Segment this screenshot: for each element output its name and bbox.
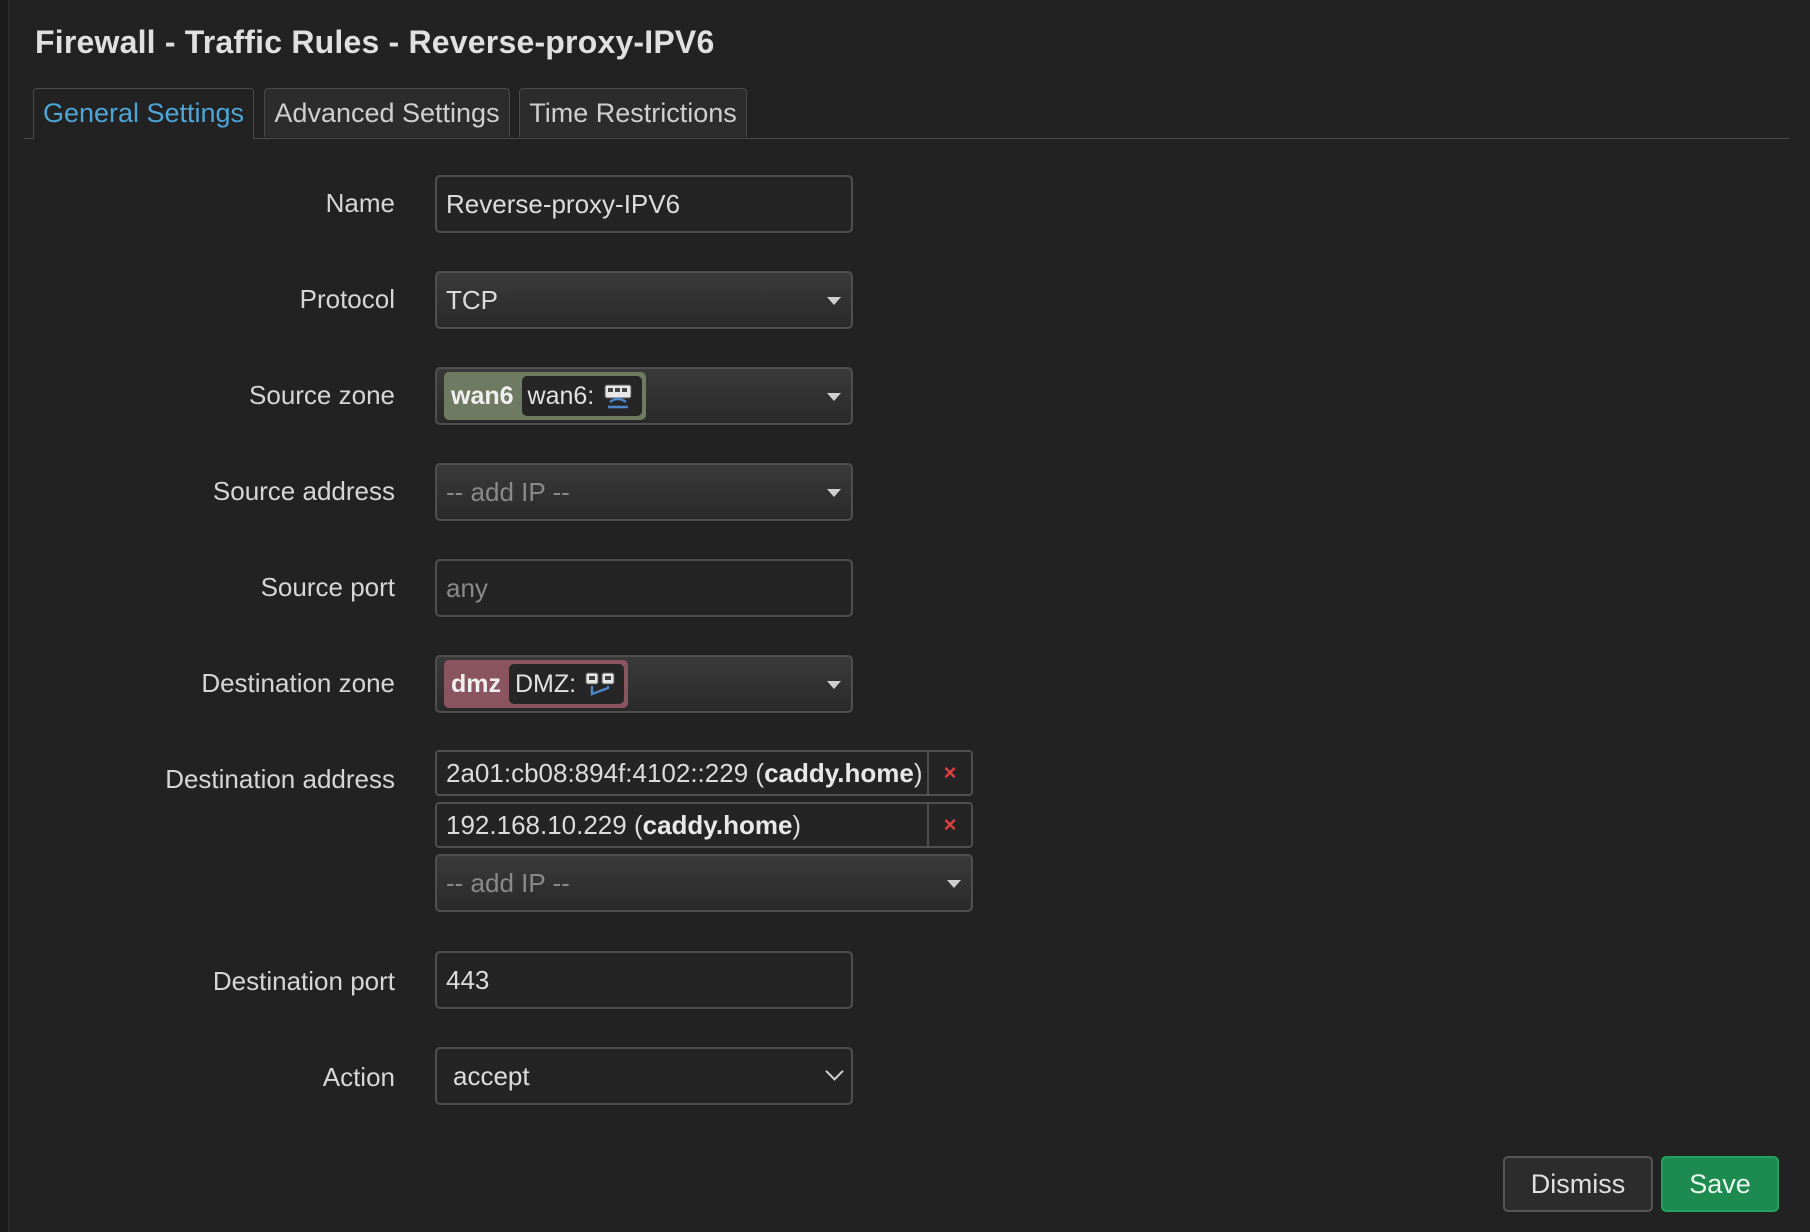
destination-zone-select[interactable]: dmz DMZ: [435, 655, 853, 713]
tab-general-settings[interactable]: General Settings [33, 88, 254, 139]
caret-down-icon [827, 393, 841, 401]
source-port-input[interactable]: any [435, 559, 853, 617]
caret-down-icon [827, 681, 841, 689]
destination-port-label: Destination port [212, 966, 395, 996]
caret-down-icon [827, 297, 841, 305]
destination-address-entry: 192.168.10.229 (caddy.home) × [435, 802, 973, 848]
destination-zone-name: dmz [451, 670, 501, 698]
source-zone-label: Source zone [249, 380, 395, 410]
protocol-select[interactable]: TCP [435, 271, 853, 329]
source-port-label: Source port [260, 572, 395, 602]
source-zone-name: wan6 [451, 382, 514, 410]
source-address-select[interactable]: -- add IP -- [435, 463, 853, 521]
dismiss-button[interactable]: Dismiss [1503, 1156, 1653, 1212]
page-title: Firewall - Traffic Rules - Reverse-proxy… [35, 24, 715, 60]
destination-address-add-select[interactable]: -- add IP -- [435, 854, 973, 912]
remove-address-button[interactable]: × [927, 804, 971, 846]
destination-address-placeholder: -- add IP -- [446, 868, 570, 898]
source-zone-description: wan6: [521, 376, 643, 416]
left-edge-strip [0, 0, 9, 1232]
destination-zone-label: Destination zone [201, 668, 395, 698]
network-interface-icon [585, 672, 615, 696]
network-interface-icon [604, 384, 632, 409]
caret-down-icon [827, 489, 841, 497]
tab-advanced-settings[interactable]: Advanced Settings [264, 88, 510, 137]
close-icon: × [943, 812, 957, 837]
source-zone-badge: wan6 wan6: [444, 372, 647, 420]
source-port-placeholder: any [446, 573, 488, 603]
remove-address-button[interactable]: × [927, 752, 971, 794]
tab-time-restrictions[interactable]: Time Restrictions [519, 88, 747, 137]
action-select[interactable]: accept [435, 1047, 853, 1105]
source-zone-description-text: wan6: [527, 382, 595, 410]
destination-zone-description: DMZ: [509, 664, 625, 704]
protocol-value: TCP [446, 285, 498, 315]
destination-address-entry-text: 2a01:cb08:894f:4102::229 (caddy.home) [446, 758, 923, 788]
source-address-placeholder: -- add IP -- [446, 477, 570, 507]
caret-down-icon [947, 880, 961, 888]
action-label: Action [322, 1062, 395, 1092]
destination-zone-description-text: DMZ: [515, 670, 577, 698]
destination-address-host: caddy.home [764, 758, 914, 788]
destination-zone-badge: dmz DMZ: [444, 660, 629, 708]
name-input[interactable]: Reverse-proxy-IPV6 [435, 175, 853, 233]
destination-address-value: 2a01:cb08:894f:4102::229 [446, 758, 749, 788]
source-address-label: Source address [212, 476, 395, 506]
action-value: accept [453, 1061, 530, 1091]
chevron-down-icon [825, 1062, 844, 1081]
destination-address-value: 192.168.10.229 [446, 810, 627, 840]
destination-port-input[interactable]: 443 [435, 951, 853, 1009]
close-icon: × [943, 760, 957, 785]
save-button[interactable]: Save [1661, 1156, 1779, 1212]
destination-address-entry-text: 192.168.10.229 (caddy.home) [446, 810, 802, 840]
source-zone-select[interactable]: wan6 wan6: [435, 367, 853, 425]
tab-bar: General Settings Advanced Settings Time … [24, 88, 1789, 139]
destination-address-entry: 2a01:cb08:894f:4102::229 (caddy.home) × [435, 750, 973, 796]
name-label: Name [325, 188, 395, 218]
protocol-label: Protocol [299, 284, 395, 314]
destination-address-label: Destination address [165, 764, 395, 794]
destination-address-host: caddy.home [642, 810, 793, 840]
